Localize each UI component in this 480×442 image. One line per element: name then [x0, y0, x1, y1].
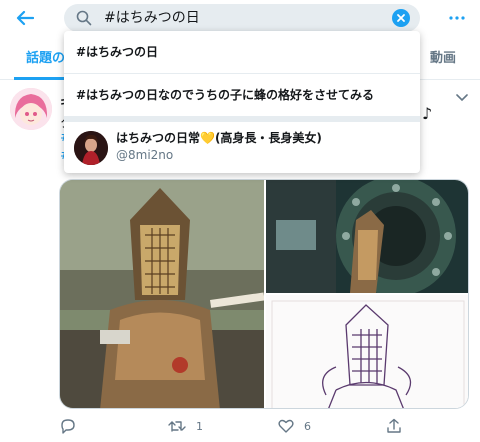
more-button[interactable] — [444, 6, 470, 30]
tweet-photo-1[interactable] — [60, 180, 265, 408]
search-box[interactable]: #はちみつの日 — [64, 4, 420, 32]
heart-icon — [278, 419, 294, 433]
tweet-avatar[interactable] — [10, 88, 52, 130]
suggestion-item[interactable]: #はちみつの日なのでうちの子に蜂の格好をさせてみる — [64, 74, 420, 116]
tweet-actions: 1 6 — [60, 414, 470, 438]
suggestion-item[interactable]: #はちみつの日 — [64, 31, 420, 73]
photo-sketch — [266, 295, 468, 408]
tweet-media-grid — [59, 179, 469, 409]
retweet-icon — [168, 421, 186, 432]
search-input[interactable]: #はちみつの日 — [104, 4, 200, 32]
suggestion-user-avatar[interactable] — [74, 131, 108, 165]
suggestion-user-name: はちみつの日常💛(高身長・長身美女) — [116, 131, 322, 145]
tab-trending[interactable]: 話題の — [26, 36, 65, 80]
suggestion-user-handle: @8mi2no — [116, 148, 174, 162]
like-button[interactable]: 6 — [278, 414, 311, 438]
share-button[interactable] — [386, 414, 402, 438]
user-avatar-photo — [74, 131, 108, 165]
avatar-illustration — [10, 88, 52, 130]
clear-search-button[interactable] — [392, 9, 410, 27]
like-count: 6 — [304, 419, 311, 433]
retweet-button[interactable]: 1 — [168, 414, 203, 438]
search-suggestions-dropdown: #はちみつの日 #はちみつの日なのでうちの子に蜂の格好をさせてみる はちみつの日… — [64, 31, 420, 173]
share-icon — [387, 418, 401, 433]
tweet-photo-2[interactable] — [266, 180, 468, 296]
back-button[interactable] — [12, 6, 38, 30]
chevron-down-icon[interactable] — [456, 94, 468, 102]
tweet-note-glyph: ♪ — [422, 104, 433, 123]
reply-icon — [61, 419, 75, 434]
close-icon — [397, 14, 405, 22]
search-icon — [76, 10, 92, 26]
photo-spaceship-scene — [266, 180, 468, 296]
photo-monster-scene — [60, 180, 265, 408]
tab-videos[interactable]: 動画 — [430, 36, 456, 80]
arrow-left-icon — [16, 10, 34, 26]
retweet-count: 1 — [196, 419, 203, 433]
more-icon — [449, 16, 465, 20]
reply-button[interactable] — [60, 414, 76, 438]
tweet-photo-3[interactable] — [266, 295, 468, 408]
